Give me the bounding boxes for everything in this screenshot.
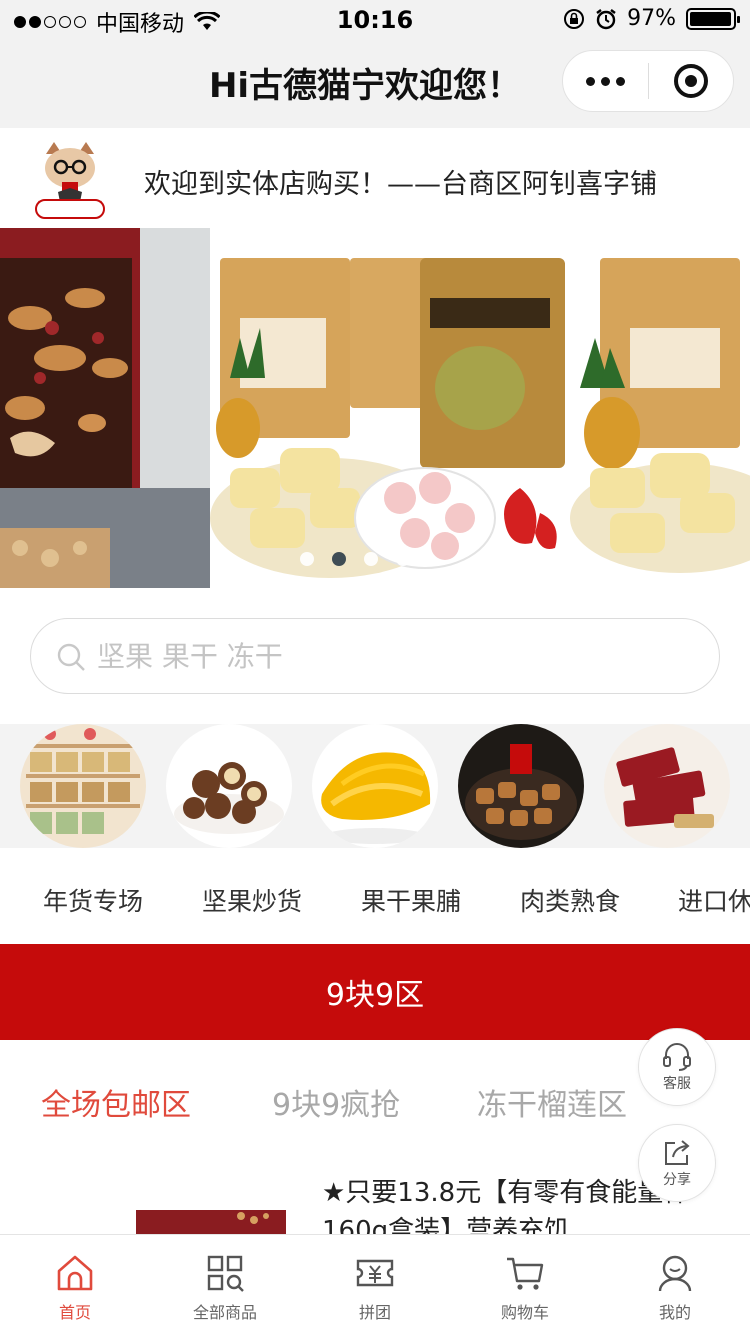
share-label: 分享 — [663, 1172, 691, 1188]
promo-tabs: 全场包邮区 9块9疯抢 冻干榴莲区 — [0, 1040, 750, 1160]
battery-level — [690, 11, 731, 26]
customer-service-button[interactable]: 客服 — [638, 1028, 716, 1106]
welcome-message: 欢迎到实体店购买！——台商区阿钊喜字铺 — [144, 169, 657, 200]
category-nav: 年货专场 坚果炒货 果干果脯 肉类熟食 进口休 — [0, 848, 750, 944]
carousel-dot[interactable] — [364, 552, 378, 566]
tab-cart[interactable]: 购物车 — [450, 1235, 600, 1334]
category-images — [0, 724, 750, 848]
share-icon — [665, 1140, 690, 1165]
grid-search-icon — [207, 1255, 244, 1292]
promo-banner-label: 9块9区 — [325, 978, 425, 1013]
product-image — [136, 1210, 286, 1235]
category-label[interactable]: 年货专场 — [43, 882, 143, 918]
user-icon — [658, 1255, 692, 1292]
search-input[interactable] — [97, 631, 677, 681]
nav-bar: Hi古德猫宁欢迎您！ — [0, 40, 750, 128]
category-label[interactable]: 进口休 — [678, 882, 750, 918]
bottom-tab-bar: 首页 全部商品 拼团 购物车 我的 — [0, 1234, 750, 1334]
tab-group-buy-label: 拼团 — [358, 1303, 391, 1322]
home-icon — [57, 1255, 93, 1291]
tab-free-shipping[interactable]: 全场包邮区 — [41, 1080, 191, 1124]
banner-slide-nut-bar[interactable] — [0, 228, 210, 588]
search-icon — [57, 643, 85, 671]
status-right: 97% — [563, 6, 740, 31]
battery-percent: 97% — [627, 6, 676, 31]
tab-group-buy[interactable]: 拼团 — [300, 1235, 450, 1334]
tab-cart-label: 购物车 — [500, 1303, 549, 1322]
carousel-dot-active[interactable] — [332, 552, 346, 566]
cart-icon — [507, 1257, 544, 1290]
tab-all-products-label: 全部商品 — [192, 1303, 257, 1322]
status-bar: 中国移动 10:16 97% — [0, 0, 750, 40]
tab-home[interactable]: 首页 — [0, 1235, 150, 1334]
rotation-lock-icon — [564, 8, 585, 29]
more-menu-button[interactable] — [563, 76, 648, 86]
headset-icon — [663, 1043, 691, 1071]
customer-service-label: 客服 — [663, 1076, 691, 1092]
tab-home-label: 首页 — [58, 1303, 91, 1322]
target-icon — [673, 64, 708, 98]
category-label[interactable]: 果干果脯 — [361, 882, 461, 918]
welcome-header: 欢迎到实体店购买！——台商区阿钊喜字铺 — [0, 128, 750, 228]
carousel-dot[interactable] — [300, 552, 314, 566]
battery-icon — [686, 7, 740, 30]
tab-profile-label: 我的 — [658, 1303, 691, 1322]
promo-banner[interactable]: 9块9区 — [0, 944, 750, 1040]
category-label[interactable]: 肉类熟食 — [520, 882, 620, 918]
alarm-icon — [596, 8, 616, 29]
category-image-dried-mango[interactable] — [312, 724, 438, 848]
category-image-nuts[interactable] — [166, 724, 292, 848]
category-image-newyear[interactable] — [20, 724, 146, 848]
close-mini-program-button[interactable] — [649, 64, 734, 98]
product-card[interactable]: ★只要13.8元【有零有食能量棒160g盒装】营养充饥 — [0, 1160, 750, 1235]
banner-slide-freeze-dried[interactable] — [210, 228, 570, 588]
search-bar[interactable] — [30, 618, 720, 694]
banner-carousel[interactable] — [0, 228, 750, 588]
carousel-indicator — [300, 552, 410, 566]
tab-9-9-deals[interactable]: 9块9疯抢 — [272, 1080, 400, 1124]
category-image-imported[interactable] — [604, 724, 730, 848]
category-image-meat[interactable] — [458, 724, 584, 848]
share-button[interactable]: 分享 — [638, 1124, 716, 1202]
tab-profile[interactable]: 我的 — [600, 1235, 750, 1334]
ticket-icon — [356, 1259, 394, 1287]
shop-logo — [35, 142, 105, 219]
mini-program-capsule — [562, 50, 734, 112]
category-label[interactable]: 坚果炒货 — [202, 882, 302, 918]
tab-durian[interactable]: 冻干榴莲区 — [477, 1080, 627, 1124]
banner-slide-pineapple[interactable] — [570, 228, 750, 588]
tab-all-products[interactable]: 全部商品 — [150, 1235, 300, 1334]
carousel-dot[interactable] — [396, 552, 410, 566]
